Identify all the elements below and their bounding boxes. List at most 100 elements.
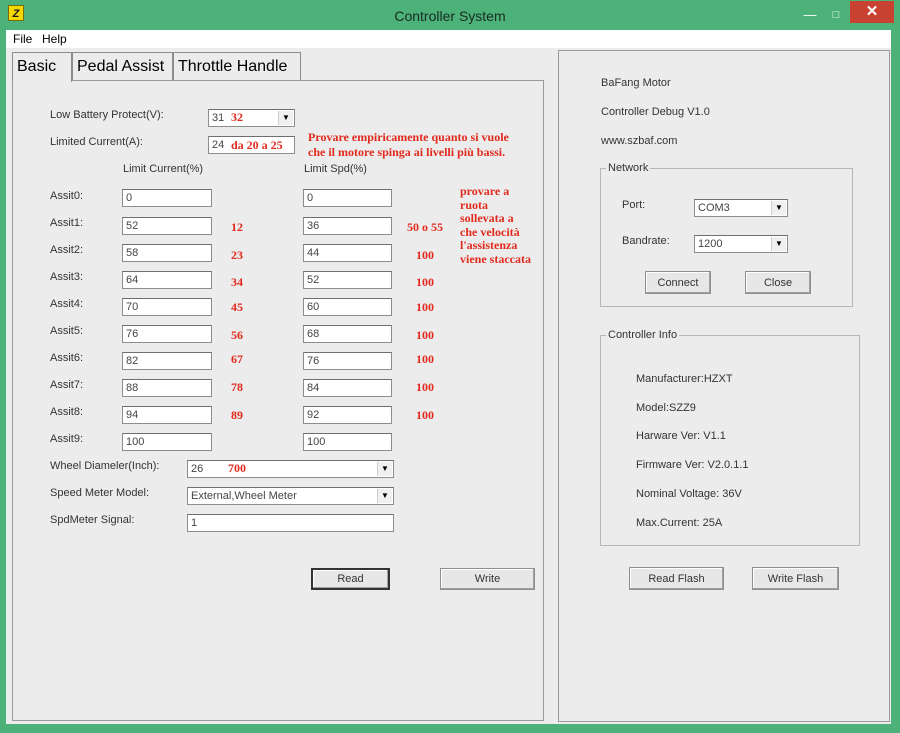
read-flash-button[interactable]: Read Flash [629,567,724,590]
max-current-text: Max.Current: 25A [636,517,723,529]
assist7-current-input[interactable]: 88 [122,379,212,397]
brand-label: BaFang Motor [601,77,671,89]
basic-panel [12,80,544,721]
assist8-current-input[interactable]: 94 [122,406,212,424]
wheel-diameter-note: 700 [228,461,246,475]
assist0-current-input[interactable]: 0 [122,189,212,207]
speed-note-line: sollevata a [460,211,514,225]
assist6-label: Assit6: [50,352,84,364]
limited-current-label: Limited Current(A): [50,136,143,148]
tab-basic[interactable]: Basic [12,52,72,82]
assist9-current-input[interactable]: 100 [122,433,212,451]
assist2-speed-input[interactable]: 44 [303,244,392,262]
bandrate-select[interactable]: 1200 ▼ [694,235,788,253]
menu-file[interactable]: File [13,32,32,46]
assist3-current-note: 34 [231,275,243,289]
close-icon[interactable]: ✕ [850,1,894,23]
assist6-current-note: 67 [231,352,243,366]
version-label: Controller Debug V1.0 [601,106,710,118]
assist4-current-input[interactable]: 70 [122,298,212,316]
assist8-current-note: 89 [231,408,243,422]
website-label: www.szbaf.com [601,135,678,147]
assist3-current-input[interactable]: 64 [122,271,212,289]
assist7-current-note: 78 [231,380,243,394]
firmware-version-text: Firmware Ver: V2.0.1.1 [636,459,749,471]
assist6-speed-input[interactable]: 76 [303,352,392,370]
empirical-note-line2: che il motore spinga ai livelli più bass… [308,145,506,159]
assist7-speed-note: 100 [416,380,434,394]
window-title: Controller System [394,8,506,24]
assist1-speed-note: 50 o 55 [407,220,443,234]
chevron-down-icon[interactable]: ▼ [377,489,392,503]
speed-note-line: provare a [460,184,510,198]
low-battery-value: 31 [212,112,225,124]
assist2-label: Assit2: [50,244,84,256]
controller-info-legend: Controller Info [606,329,680,341]
assist3-speed-input[interactable]: 52 [303,271,392,289]
assist1-current-note: 12 [231,220,243,234]
assist4-speed-input[interactable]: 60 [303,298,392,316]
close-button[interactable]: Close [745,271,811,294]
limit-speed-header: Limit Spd(%) [304,163,367,175]
speed-note-line: viene staccata [460,251,531,266]
assist4-current-note: 45 [231,300,243,314]
connect-button[interactable]: Connect [645,271,711,294]
maximize-icon[interactable]: □ [823,5,849,25]
spdmeter-signal-label: SpdMeter Signal: [50,514,135,526]
low-battery-select[interactable]: 31 ▼ [208,109,295,127]
speed-note-line: l'assistenza [460,238,518,252]
assist9-speed-input[interactable]: 100 [303,433,392,451]
low-battery-label: Low Battery Protect(V): [50,109,164,121]
wheel-diameter-label: Wheel Diameler(Inch): [50,460,160,472]
chevron-down-icon[interactable]: ▼ [278,111,293,125]
assist2-speed-note: 100 [416,248,434,262]
chevron-down-icon[interactable]: ▼ [771,237,786,251]
chevron-down-icon[interactable]: ▼ [377,462,392,476]
assist8-label: Assit8: [50,406,84,418]
limited-current-value: 24 [212,139,225,151]
bandrate-label: Bandrate: [622,235,670,247]
speed-note-line: ruota [460,197,488,212]
assist5-current-input[interactable]: 76 [122,325,212,343]
assist5-speed-note: 100 [416,328,434,342]
assist4-speed-note: 100 [416,300,434,314]
wheel-diameter-select[interactable]: 26 ▼ [187,460,394,478]
tab-throttle-handle[interactable]: Throttle Handle [173,52,301,80]
menu-bar: File Help [6,30,891,48]
assist1-label: Assit1: [50,217,84,229]
write-button[interactable]: Write [440,568,535,590]
assist3-speed-note: 100 [416,275,434,289]
menu-help[interactable]: Help [42,32,67,46]
wheel-diameter-value: 26 [191,463,204,475]
assist0-label: Assit0: [50,190,84,202]
speed-meter-label: Speed Meter Model: [50,487,150,499]
spdmeter-signal-input[interactable]: 1 [187,514,394,532]
read-button[interactable]: Read [311,568,390,590]
assist5-current-note: 56 [231,328,243,342]
assist6-speed-note: 100 [416,352,434,366]
assist3-label: Assit3: [50,271,84,283]
port-label: Port: [622,199,646,211]
assist5-speed-input[interactable]: 68 [303,325,392,343]
tab-pedal-assist[interactable]: Pedal Assist [72,52,173,80]
manufacturer-text: Manufacturer:HZXT [636,373,733,385]
assist7-speed-input[interactable]: 84 [303,379,392,397]
assist1-speed-input[interactable]: 36 [303,217,392,235]
assist2-current-note: 23 [231,248,243,262]
assist6-current-input[interactable]: 82 [122,352,212,370]
speed-note-line: che velocità [460,224,520,239]
port-select[interactable]: COM3 ▼ [694,199,788,217]
write-flash-button[interactable]: Write Flash [752,567,839,590]
assist4-label: Assit4: [50,298,84,310]
assist8-speed-note: 100 [416,408,434,422]
assist8-speed-input[interactable]: 92 [303,406,392,424]
minimize-icon[interactable]: — [797,5,823,25]
assist0-speed-input[interactable]: 0 [303,189,392,207]
assist2-current-input[interactable]: 58 [122,244,212,262]
hardware-version-text: Harware Ver: V1.1 [636,430,726,442]
chevron-down-icon[interactable]: ▼ [771,201,786,215]
assist5-label: Assit5: [50,325,84,337]
speed-meter-select[interactable]: External,Wheel Meter ▼ [187,487,394,505]
empirical-note-line1: Provare empiricamente quanto si vuole [308,130,509,144]
assist1-current-input[interactable]: 52 [122,217,212,235]
